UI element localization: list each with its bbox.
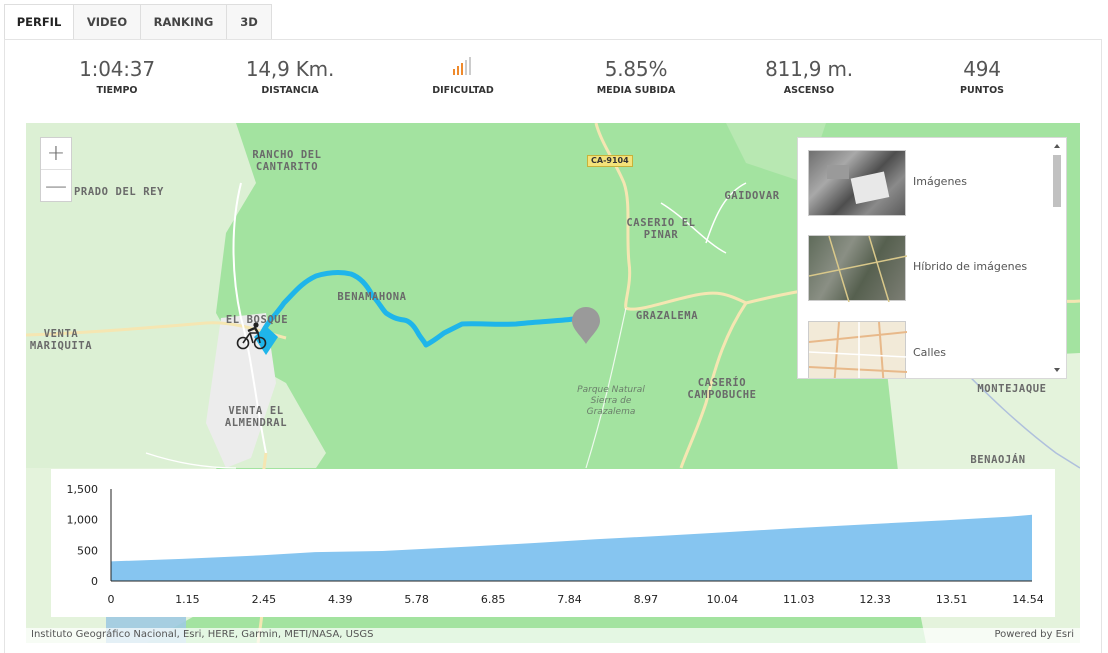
stat-value: 1:04:37 <box>79 57 155 81</box>
map-attribution: Instituto Geográfico Nacional, Esri, HER… <box>26 628 1080 643</box>
elevation-area <box>111 514 1032 581</box>
stat-tiempo: 1:04:37 TIEMPO <box>32 56 202 96</box>
place-label: VENTA MARIQUITA <box>29 328 93 352</box>
stat-label: MEDIA SUBIDA <box>596 85 676 96</box>
tab-video[interactable]: VIDEO <box>74 4 141 40</box>
y-tick-label: 1,000 <box>67 514 99 527</box>
basemap-option-calles[interactable]: Calles <box>808 321 1038 378</box>
satellite-thumb <box>808 150 906 216</box>
x-tick-label: 0 <box>108 593 115 606</box>
place-label: EL BOSQUE <box>225 314 289 326</box>
x-tick-label: 13.51 <box>936 593 968 606</box>
place-label: GRAZALEMA <box>635 310 699 322</box>
park-label: Parque Natural Sierra de Grazalema <box>577 385 645 417</box>
stat-puntos: 494 PUNTOS <box>897 56 1067 96</box>
stat-distancia: 14,9 Km. DISTANCIA <box>205 56 375 96</box>
stats-row: 1:04:37 TIEMPO 14,9 Km. DISTANCIA DIFICU… <box>0 56 1108 108</box>
basemap-scrollbar[interactable] <box>1050 140 1064 376</box>
x-tick-label: 4.39 <box>328 593 353 606</box>
basemap-option-hibrido[interactable]: Híbrido de imágenes <box>808 235 1038 303</box>
zoom-control: + — <box>40 137 72 202</box>
stat-media-subida: 5.85% MEDIA SUBIDA <box>551 56 721 96</box>
stat-dificultad: DIFICULTAD <box>378 56 548 96</box>
place-label: VENTA EL ALMENDRAL <box>224 405 288 429</box>
place-label: MONTEJAQUE <box>977 383 1047 395</box>
stat-label: DISTANCIA <box>261 85 319 96</box>
stat-label: DIFICULTAD <box>432 85 494 96</box>
x-tick-label: 5.78 <box>404 593 429 606</box>
stat-ascenso: 811,9 m. ASCENSO <box>724 56 894 96</box>
stat-value: 5.85% <box>604 57 668 81</box>
y-tick-label: 1,500 <box>67 483 99 496</box>
elevation-chart: 0 500 1,000 1,500 0 1.15 2.45 4.39 5.78 6.85 7.84 8… <box>51 469 1055 617</box>
place-label: RANCHO DEL CANTARITO <box>252 149 322 173</box>
tab-perfil[interactable]: PERFIL <box>4 4 74 40</box>
x-tick-label: 2.45 <box>252 593 276 606</box>
stat-value: 494 <box>963 57 1001 81</box>
difficulty-bars-icon <box>378 56 548 82</box>
basemap-label: Calles <box>913 346 947 359</box>
x-tick-label: 12.33 <box>859 593 891 606</box>
place-label: CASERÍO CAMPOBUCHE <box>687 377 757 401</box>
route-line <box>258 270 577 348</box>
end-marker <box>572 307 600 344</box>
place-label: PRADO DEL REY <box>74 186 164 198</box>
tab-ranking[interactable]: RANKING <box>141 4 227 40</box>
place-label: CASERIO EL PINAR <box>626 217 696 241</box>
hybrid-thumb <box>808 235 908 303</box>
powered-by-esri[interactable]: Powered by Esri <box>994 629 1074 640</box>
road-sign: CA-9104 <box>587 155 633 167</box>
stat-value: 14,9 Km. <box>245 57 335 81</box>
place-label: GAIDOVAR <box>724 190 780 202</box>
tab-3d[interactable]: 3D <box>227 4 272 40</box>
tab-bar: PERFIL VIDEO RANKING 3D <box>4 4 272 40</box>
x-tick-label: 6.85 <box>481 593 506 606</box>
stat-value: 811,9 m. <box>765 57 853 81</box>
place-label: BENAMAHONA <box>337 291 407 303</box>
zoom-out-button[interactable]: — <box>41 170 71 202</box>
y-tick-label: 500 <box>77 544 98 557</box>
x-tick-label: 7.84 <box>557 593 582 606</box>
x-tick-label: 10.04 <box>707 593 739 606</box>
basemap-label: Imágenes <box>913 175 967 188</box>
y-tick-label: 0 <box>91 575 98 588</box>
basemap-label: Híbrido de imágenes <box>913 260 1028 273</box>
stat-label: PUNTOS <box>959 85 1005 96</box>
place-label: BENAOJÁN <box>970 454 1026 466</box>
x-tick-label: 14.54 <box>1012 593 1044 606</box>
stat-label: TIEMPO <box>96 85 138 96</box>
basemap-option-imagenes[interactable]: Imágenes <box>808 150 1038 216</box>
stat-label: ASCENSO <box>783 85 835 96</box>
x-tick-label: 11.03 <box>783 593 815 606</box>
zoom-in-button[interactable]: + <box>41 138 71 170</box>
basemap-gallery: Imágenes Híbrido de imágenes Calles <box>797 137 1067 379</box>
x-tick-label: 8.97 <box>634 593 659 606</box>
streets-thumb <box>808 321 908 378</box>
x-tick-label: 1.15 <box>175 593 200 606</box>
elevation-chart-svg: 0 500 1,000 1,500 0 1.15 2.45 4.39 5.78 6.85 7.84 8… <box>67 483 1044 606</box>
attribution-text: Instituto Geográfico Nacional, Esri, HER… <box>31 629 374 640</box>
